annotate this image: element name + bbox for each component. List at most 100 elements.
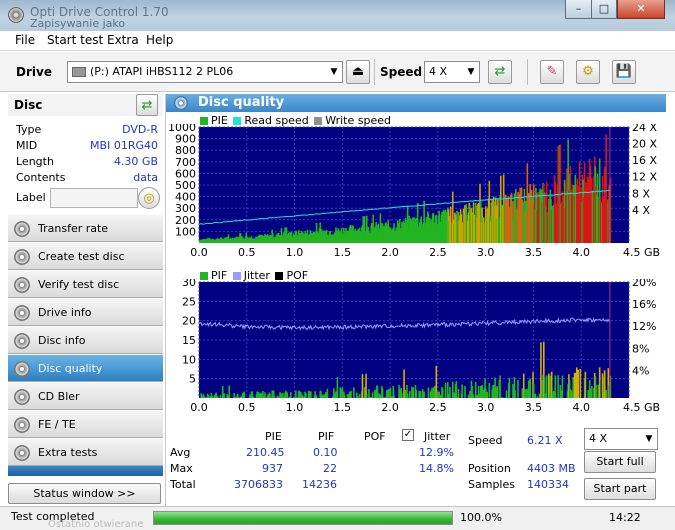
nav-cd-bler[interactable]: CD Bler: [8, 382, 163, 410]
disc-icon: [14, 389, 30, 405]
menu-help[interactable]: Help: [146, 33, 173, 47]
data-bar: [505, 390, 508, 398]
data-bar: [499, 375, 501, 398]
data-bar: [305, 392, 307, 398]
data-bar: [554, 375, 557, 398]
settings-button[interactable]: ⚙: [576, 60, 600, 84]
samples-key: Samples: [468, 478, 515, 491]
data-bar: [598, 367, 601, 398]
close-button[interactable]: ✕: [617, 0, 665, 19]
data-bar: [264, 392, 266, 398]
data-bar: [373, 390, 376, 398]
data-bar: [441, 388, 444, 398]
y-tick-label: 25: [182, 295, 196, 308]
data-bar: [388, 388, 390, 398]
disc-length-value: 4.30 GB: [113, 155, 158, 168]
data-bar: [383, 397, 385, 398]
nav-verify-test-disc[interactable]: Verify test disc: [8, 270, 163, 298]
eject-button[interactable]: ⏏: [346, 60, 370, 84]
menu-start-test[interactable]: Start test: [47, 33, 103, 47]
data-bar: [488, 382, 491, 398]
data-bar: [404, 390, 407, 398]
nav-create-test-disc[interactable]: Create test disc: [8, 242, 163, 270]
nav-extra-tests[interactable]: Extra tests: [8, 438, 163, 466]
save-button[interactable]: 💾: [612, 60, 636, 84]
y2-tick-label: 16 X: [632, 154, 657, 167]
y2-tick-label: 8 X: [632, 187, 650, 200]
y2-tick-label: 20 X: [632, 138, 657, 151]
data-bar: [447, 394, 450, 398]
nav-label: Drive info: [38, 306, 92, 319]
menu-extra[interactable]: Extra: [107, 33, 139, 47]
data-bar: [381, 388, 384, 398]
data-bar: [603, 370, 606, 398]
data-bar: [262, 391, 264, 398]
data-bar: [237, 397, 240, 398]
data-bar: [356, 395, 359, 398]
data-bar: [436, 391, 439, 398]
x-tick-label: 2.0: [381, 246, 399, 259]
data-bar: [408, 390, 411, 398]
data-bar: [215, 392, 218, 398]
refresh-icon: ⇄: [141, 98, 153, 113]
start-full-button[interactable]: Start full: [584, 451, 656, 473]
data-bar: [258, 393, 261, 398]
data-bar: [201, 395, 203, 398]
data-bar: [557, 375, 559, 398]
chevron-down-icon: ▼: [330, 67, 338, 77]
data-bar: [221, 385, 224, 398]
data-bar: [431, 387, 433, 398]
nav-disc-info[interactable]: Disc info: [8, 326, 163, 354]
data-bar: [555, 397, 557, 398]
nav-fe-te[interactable]: FE / TE: [8, 410, 163, 438]
data-bar: [461, 384, 463, 398]
disc-icon: [14, 417, 30, 433]
data-bar: [293, 396, 296, 398]
data-bar: [467, 394, 470, 398]
data-bar: [223, 393, 225, 398]
status-bar: Test completed Ostatnio otwierane 100.0%…: [0, 506, 675, 530]
nav-label: FE / TE: [38, 418, 76, 431]
x-tick-label: 3.5: [525, 401, 543, 414]
elapsed-time: 14:22: [609, 511, 641, 524]
stat-header-pif: PIF: [318, 430, 335, 443]
refresh-button[interactable]: ⇄: [488, 60, 512, 84]
start-part-button[interactable]: Start part: [584, 478, 656, 500]
test-speed-select[interactable]: 4 X ▼: [584, 428, 658, 450]
drive-select-value: (P:) ATAPI iHBS112 2 PL06: [90, 65, 234, 78]
disc-refresh-button[interactable]: ⇄: [136, 94, 158, 116]
position-value: 4403 MB: [527, 462, 576, 475]
progress-percent: 100.0%: [460, 511, 502, 524]
data-bar: [376, 385, 379, 398]
status-window-button[interactable]: Status window >>: [8, 483, 161, 504]
menu-file[interactable]: File: [15, 33, 35, 47]
drive-icon: [72, 67, 86, 77]
data-bar: [343, 394, 346, 398]
data-bar: [534, 393, 536, 398]
data-bar: [421, 389, 424, 398]
pie-chart: 0.0 0.5 1.0 1.5 2.0 2.5 3.0 3.5 4.0 4.5 GB1000900…: [168, 124, 660, 259]
jitter-checkbox[interactable]: ✓: [402, 429, 414, 441]
stat-header-pof: POF: [364, 430, 386, 443]
data-bar: [282, 396, 285, 398]
maximize-button[interactable]: □: [591, 0, 617, 19]
minimize-button[interactable]: –: [565, 0, 592, 19]
data-bar: [259, 392, 262, 398]
speed-select[interactable]: 4 X ▼: [424, 61, 480, 83]
data-bar: [401, 392, 403, 398]
data-bar: [477, 385, 480, 398]
y2-tick-label: 20%: [632, 279, 656, 289]
samples-value: 140334: [527, 478, 569, 491]
disc-mid-value: MBI 01RG40: [90, 139, 158, 152]
disc-label-input[interactable]: [50, 188, 138, 208]
nav-transfer-rate[interactable]: Transfer rate: [8, 214, 163, 242]
drive-select[interactable]: (P:) ATAPI iHBS112 2 PL06 ▼: [67, 61, 343, 83]
x-tick-label: 0.0: [190, 246, 208, 259]
nav-label: CD Bler: [38, 390, 80, 403]
data-bar: [438, 391, 440, 398]
label-disc-button[interactable]: ◎: [138, 187, 160, 209]
erase-button[interactable]: ✎: [540, 60, 564, 84]
nav-disc-quality[interactable]: Disc quality: [8, 354, 163, 382]
panel-header: Disc quality: [166, 94, 666, 112]
nav-drive-info[interactable]: Drive info: [8, 298, 163, 326]
